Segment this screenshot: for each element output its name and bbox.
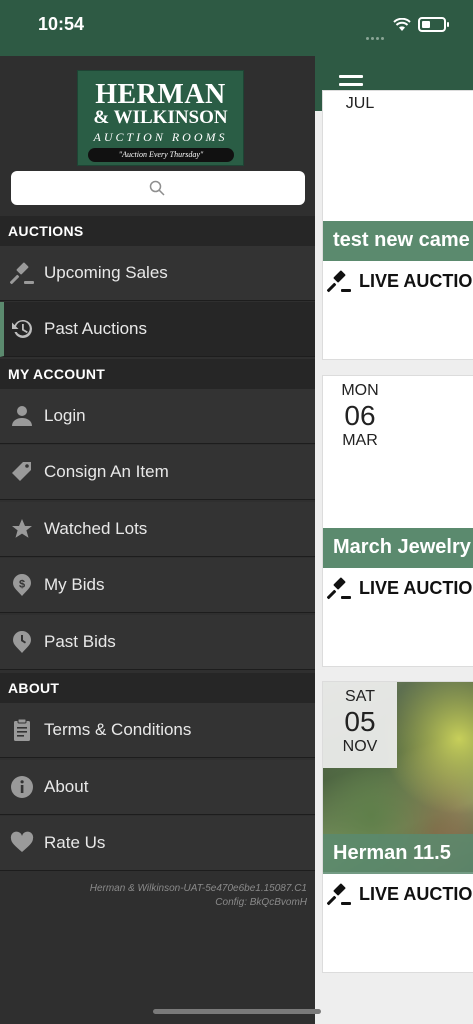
auction-date: 19 JUL bbox=[323, 90, 397, 113]
clock-pin-icon bbox=[10, 630, 34, 654]
auction-type-label: LIVE AUCTIO bbox=[359, 577, 473, 598]
auction-date: SAT 05 NOV bbox=[323, 682, 397, 768]
menu-item-watched-lots[interactable]: Watched Lots bbox=[0, 502, 315, 557]
build-version: Herman & Wilkinson-UAT-5e470e6be1.15087.… bbox=[89, 883, 307, 894]
menu-item-label: Login bbox=[44, 406, 86, 425]
menu-item-past-bids[interactable]: Past Bids bbox=[0, 615, 315, 670]
logo-line2: & WILKINSON bbox=[93, 107, 228, 128]
tag-icon bbox=[10, 460, 34, 484]
wifi-icon bbox=[393, 18, 411, 31]
status-time: 10:54 bbox=[38, 14, 85, 34]
auction-title: Herman 11.5 bbox=[323, 834, 473, 874]
auction-day: 06 bbox=[344, 400, 376, 431]
auction-month: MAR bbox=[342, 432, 378, 449]
auction-list: 19 JUL test new came LIVE AUCTIO MON 06 … bbox=[315, 56, 473, 1024]
auction-card[interactable]: 19 JUL test new came LIVE AUCTIO bbox=[322, 90, 473, 360]
info-icon bbox=[10, 775, 34, 799]
auction-card[interactable]: SAT 05 NOV Herman 11.5 LIVE AUCTIO bbox=[322, 681, 473, 973]
menu-item-label: Upcoming Sales bbox=[44, 263, 168, 282]
dollar-pin-icon: $ bbox=[10, 573, 34, 597]
user-icon bbox=[10, 404, 34, 428]
menu-item-my-bids[interactable]: $ My Bids bbox=[0, 558, 315, 613]
svg-text:$: $ bbox=[19, 579, 25, 591]
star-icon bbox=[10, 517, 34, 541]
menu-item-label: Consign An Item bbox=[44, 462, 169, 481]
build-info: Herman & Wilkinson-UAT-5e470e6be1.15087.… bbox=[90, 882, 307, 910]
auction-month: JUL bbox=[345, 95, 375, 112]
menu-item-label: Rate Us bbox=[44, 833, 106, 852]
menu-item-consign[interactable]: Consign An Item bbox=[0, 445, 315, 500]
signal-icon bbox=[366, 27, 388, 40]
menu-item-rate-us[interactable]: Rate Us bbox=[0, 816, 315, 871]
menu-item-label: Past Bids bbox=[44, 632, 116, 651]
menu-item-label: My Bids bbox=[44, 575, 105, 594]
menu-item-label: Terms & Conditions bbox=[44, 720, 192, 739]
gavel-icon bbox=[327, 270, 351, 293]
auction-month: NOV bbox=[342, 738, 378, 755]
status-bar: 10:54 bbox=[0, 0, 473, 56]
auction-type: LIVE AUCTIO bbox=[323, 263, 473, 299]
gavel-icon bbox=[327, 883, 351, 906]
auction-title: test new came bbox=[323, 221, 473, 261]
menu-item-terms[interactable]: Terms & Conditions bbox=[0, 703, 315, 758]
auction-day: 19 bbox=[323, 90, 397, 91]
history-icon bbox=[10, 317, 34, 341]
menu-item-about[interactable]: About bbox=[0, 760, 315, 815]
clipboard-icon bbox=[10, 718, 34, 742]
menu-item-label: About bbox=[44, 777, 89, 796]
menu-item-past-auctions[interactable]: Past Auctions bbox=[0, 302, 315, 357]
menu-item-upcoming-sales[interactable]: Upcoming Sales bbox=[0, 246, 315, 301]
auction-dow: SAT bbox=[345, 688, 375, 705]
auction-title: March Jewelry bbox=[323, 528, 473, 568]
menu-item-label: Past Auctions bbox=[44, 319, 148, 338]
auction-type: LIVE AUCTIO bbox=[323, 876, 473, 912]
auction-card[interactable]: MON 06 MAR March Jewelry LIVE AUCTIO bbox=[322, 375, 473, 667]
auction-type-label: LIVE AUCTIO bbox=[359, 883, 473, 904]
logo-line3: AUCTION ROOMS bbox=[93, 130, 228, 144]
heart-icon bbox=[10, 831, 34, 855]
auction-type: LIVE AUCTIO bbox=[323, 570, 473, 606]
section-auctions: AUCTIONS bbox=[0, 216, 315, 246]
section-my-account: MY ACCOUNT bbox=[0, 359, 315, 389]
build-config: Config: BkQcBvomH bbox=[215, 897, 307, 908]
search-input[interactable] bbox=[11, 171, 305, 205]
search-icon bbox=[149, 180, 165, 196]
auction-date: MON 06 MAR bbox=[323, 376, 397, 450]
home-indicator[interactable] bbox=[153, 1009, 321, 1014]
logo-tagline: "Auction Every Thursday" bbox=[88, 148, 234, 162]
auction-type-label: LIVE AUCTIO bbox=[359, 270, 473, 291]
menu-item-label: Watched Lots bbox=[44, 519, 148, 538]
logo: HERMAN & WILKINSON AUCTION ROOMS "Auctio… bbox=[77, 70, 244, 166]
auction-dow: MON bbox=[341, 382, 379, 399]
menu-item-login[interactable]: Login bbox=[0, 389, 315, 444]
battery-icon bbox=[418, 17, 449, 32]
gavel-icon bbox=[10, 261, 34, 285]
gavel-icon bbox=[327, 577, 351, 600]
navigation-drawer: HERMAN & WILKINSON AUCTION ROOMS "Auctio… bbox=[0, 56, 315, 1024]
auction-day: 05 bbox=[344, 706, 376, 737]
section-about: ABOUT bbox=[0, 673, 315, 703]
